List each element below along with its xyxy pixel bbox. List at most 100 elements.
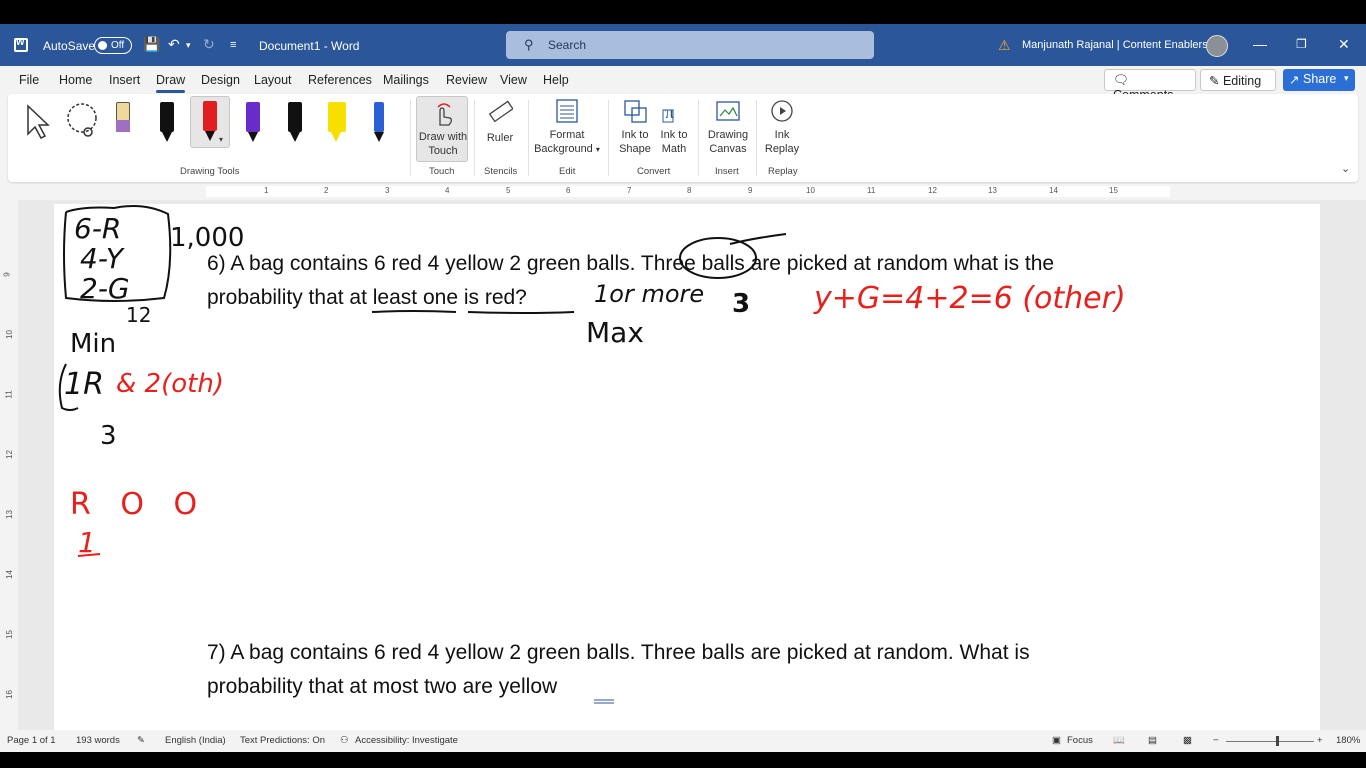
ink-replay-label-2: Replay <box>764 143 800 155</box>
zoom-out-icon[interactable]: − <box>1213 735 1219 746</box>
autosave-toggle[interactable]: Off <box>94 37 132 54</box>
undo-dropdown-icon[interactable]: ▾ <box>186 40 191 51</box>
group-separator <box>608 100 609 176</box>
ruler-number: 14 <box>1049 186 1058 195</box>
ink-to-math-icon: π <box>662 102 674 123</box>
focus-mode[interactable]: Focus <box>1067 735 1093 746</box>
pen-black-tool[interactable] <box>150 102 184 146</box>
autosave-label: AutoSave <box>43 39 96 53</box>
tab-review[interactable]: Review <box>446 73 487 87</box>
draw-with-touch-label-2: Touch <box>428 145 458 157</box>
editing-button[interactable]: ✎ Editing ▾ <box>1200 69 1276 101</box>
user-name[interactable]: Manjunath Rajanal | Content Enablers <box>1022 39 1208 51</box>
group-label-insert: Insert <box>715 166 739 177</box>
tab-references[interactable]: References <box>308 73 372 87</box>
word-count[interactable]: 193 words <box>76 735 120 746</box>
tab-view[interactable]: View <box>500 73 527 87</box>
ink-underline-at-least <box>371 310 457 313</box>
text-predictions[interactable]: Text Predictions: On <box>240 735 325 746</box>
ruler-number: 7 <box>627 186 632 195</box>
ink-one-r: 1R <box>64 367 104 402</box>
ink-one-or-more: 1or more <box>594 280 704 308</box>
comment-icon: 🗨 <box>1113 73 1129 87</box>
ink-to-shape-button[interactable]: Ink to Shape <box>616 98 654 156</box>
ink-replay-button[interactable]: Ink Replay <box>762 98 802 156</box>
tab-layout[interactable]: Layout <box>254 73 292 87</box>
close-icon[interactable]: ✕ <box>1338 36 1350 53</box>
minimize-icon[interactable]: — <box>1253 36 1267 52</box>
document-area: 9 10 11 12 13 14 15 16 6) A bag contains… <box>0 200 1366 740</box>
format-background-button[interactable]: Format Background ▾ <box>532 98 602 157</box>
highlighter-yellow-tool[interactable] <box>320 102 354 146</box>
select-arrow-icon[interactable] <box>24 104 52 140</box>
tab-help[interactable]: Help <box>543 73 569 87</box>
group-separator <box>474 100 475 176</box>
draw-ribbon: ▾ Drawing Tools Draw with Touch Touch Ru… <box>8 94 1358 182</box>
zoom-level[interactable]: 180% <box>1336 735 1360 746</box>
zoom-in-icon[interactable]: + <box>1317 735 1323 746</box>
comments-button[interactable]: 🗨 Comments <box>1104 69 1196 102</box>
horizontal-ruler[interactable]: 1 2 3 4 5 6 7 8 9 10 11 12 13 14 15 <box>0 184 1366 200</box>
customize-toolbar-icon[interactable]: ≡ <box>230 39 236 51</box>
pen-red-tool-selected[interactable]: ▾ <box>190 96 230 148</box>
ribbon-collapse-chevron-icon[interactable]: ⌄ <box>1341 162 1350 175</box>
tab-home[interactable]: Home <box>59 73 92 87</box>
page-count[interactable]: Page 1 of 1 <box>7 735 56 746</box>
zoom-slider[interactable] <box>1226 741 1314 742</box>
drawing-canvas-label-1: Drawing <box>707 129 749 141</box>
redo-icon[interactable]: ↻ <box>203 36 215 53</box>
restore-icon[interactable]: ❐ <box>1296 37 1307 51</box>
ink-to-shape-label-2: Shape <box>619 143 651 155</box>
language[interactable]: English (India) <box>165 735 226 746</box>
share-button[interactable]: ↗ Share ▾ <box>1283 69 1355 91</box>
draw-with-touch-button[interactable]: Draw with Touch <box>416 96 468 162</box>
pen-purple-tool[interactable] <box>236 102 270 146</box>
search-box[interactable]: ⚲ Search <box>506 31 874 59</box>
group-label-stencils: Stencils <box>484 166 518 177</box>
search-icon: ⚲ <box>524 37 534 52</box>
tab-file[interactable]: File <box>19 73 39 87</box>
ink-box-line-3: 2-G <box>80 272 130 305</box>
ink-replay-label-1: Ink <box>774 129 790 141</box>
ruler-number: 4 <box>445 186 450 195</box>
web-layout-icon[interactable]: ▩ <box>1183 735 1192 746</box>
avatar[interactable] <box>1206 35 1228 57</box>
format-background-label-1: Format <box>549 129 585 141</box>
ruler-number: 3 <box>385 186 390 195</box>
ink-r-o-o: R O O <box>70 487 207 522</box>
warning-icon[interactable]: ⚠ <box>998 37 1011 54</box>
accessibility-status[interactable]: Accessibility: Investigate <box>355 735 458 746</box>
drawing-canvas-button[interactable]: Drawing Canvas <box>704 98 752 156</box>
ruler-button[interactable]: Ruler <box>480 98 520 144</box>
proofing-icon[interactable]: ✎ <box>137 735 145 746</box>
pencil-tan-tool[interactable] <box>106 102 140 146</box>
document-page[interactable]: 6) A bag contains 6 red 4 yellow 2 green… <box>54 204 1320 740</box>
vertical-ruler[interactable]: 9 10 11 12 13 14 15 16 <box>0 200 18 740</box>
document-title: Document1 - Word <box>259 39 360 53</box>
save-icon[interactable]: 💾 <box>143 36 160 53</box>
print-layout-icon[interactable]: ▤ <box>1148 735 1157 746</box>
tab-insert[interactable]: Insert <box>109 73 140 87</box>
ink-to-math-button[interactable]: π Ink to Math <box>656 98 692 156</box>
action-pen-tool[interactable] <box>362 102 396 146</box>
ruler-number: 8 <box>687 186 692 195</box>
tab-design[interactable]: Design <box>201 73 240 87</box>
touch-hand-icon <box>437 103 452 126</box>
pen-black-galaxy-tool[interactable] <box>278 102 312 146</box>
lasso-select-icon[interactable] <box>64 102 104 140</box>
ink-to-math-label-1: Ink to <box>660 129 688 141</box>
undo-icon[interactable]: ↶ <box>168 36 180 53</box>
focus-icon[interactable]: ▣ <box>1052 735 1061 746</box>
ink-tick <box>729 233 787 245</box>
ruler-number: 12 <box>928 186 937 195</box>
accessibility-icon[interactable]: ⚇ <box>340 735 349 746</box>
tab-mailings[interactable]: Mailings <box>383 73 429 87</box>
pen-options-chevron-icon[interactable]: ▾ <box>219 135 223 144</box>
read-mode-icon[interactable]: 📖 <box>1113 735 1125 746</box>
share-icon: ↗ <box>1289 73 1300 87</box>
ink-circle-three <box>679 237 757 279</box>
zoom-slider-thumb[interactable] <box>1276 736 1279 746</box>
tab-draw[interactable]: Draw <box>156 73 186 93</box>
group-separator <box>756 100 757 176</box>
group-label-replay: Replay <box>768 166 798 177</box>
